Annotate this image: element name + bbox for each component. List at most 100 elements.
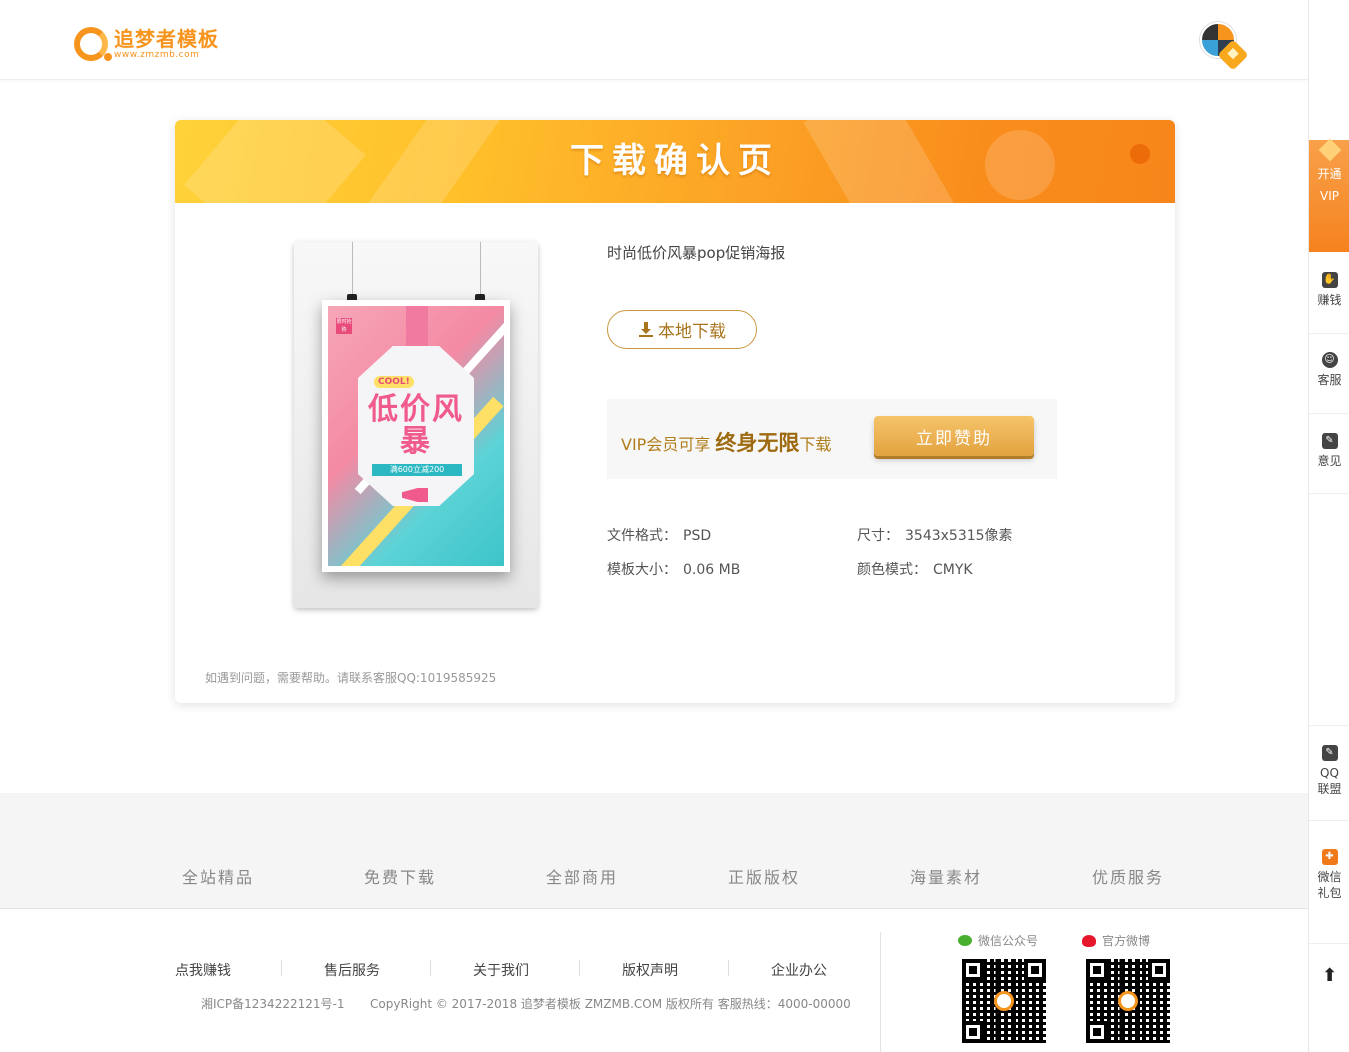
footer-divider [728,960,729,976]
template-preview: 限时抢购 COOL! 低价风暴 满600立减200 [294,242,538,608]
sidebar-divider [1309,943,1349,944]
headset-icon: ☺ [1321,352,1338,368]
file-size-value: 0.06 MB [683,562,741,578]
sidebar-item-earn[interactable]: ✋ 赚钱 [1309,272,1349,308]
sidebar-gift-label-2: 礼包 [1317,886,1342,900]
site-logo[interactable]: 追梦者模板 www.zmzmb.com [74,24,234,64]
file-format-label: 文件格式： [607,528,677,544]
feature-item: 免费下载 [364,868,437,887]
sidebar-vip-label-2: VIP [1320,189,1339,203]
edit-icon: ✎ [1321,745,1338,761]
help-text: 如遇到问题，需要帮助。请联系客服QQ:1019585925 [205,671,497,685]
sidebar-feedback-label: 意见 [1317,454,1342,468]
qr-finder [1148,959,1170,981]
card-banner: 下载确认页 [175,120,1175,203]
sidebar-item-wechat-gift[interactable]: ✚ 微信 礼包 [1309,849,1349,901]
right-sidebar: 开通 VIP ✋ 赚钱 ☺ 客服 ✎ 意见 ✎ QQ 联盟 ✚ 微信 礼包 ⬆ [1308,0,1349,1052]
logo-icon [74,27,112,61]
footer-link-enterprise[interactable]: 企业办公 [771,960,827,980]
sidebar-item-service[interactable]: ☺ 客服 [1309,352,1349,388]
qr-finder [1024,959,1046,981]
qr-pattern [962,959,1046,1043]
sidebar-divider [1309,333,1349,334]
wechat-label: 微信公众号 [958,932,1038,949]
footer-link-after-sales[interactable]: 售后服务 [324,960,380,980]
qr-finder [1086,1021,1108,1043]
vip-text-highlight: 终身无限 [715,431,800,455]
sponsor-button[interactable]: 立即赞助 [874,416,1034,456]
feature-item: 正版版权 [728,868,801,887]
footer-divider [281,960,282,976]
poster-artwork: 限时抢购 COOL! 低价风暴 满600立减200 [328,306,504,566]
color-mode-value: CMYK [933,562,973,578]
footer-divider [579,960,580,976]
gift-icon: ✚ [1321,849,1338,865]
weibo-qr-code [1083,956,1173,1046]
qr-logo [1118,991,1138,1011]
icp-number: 湘ICP备1234222121号-1 [201,997,345,1011]
vip-promo-text: VIP会员可享 终身无限下载 [621,427,831,457]
weibo-icon [1082,934,1096,947]
dimensions-label: 尺寸： [857,528,899,544]
feature-item: 优质服务 [1092,868,1165,887]
qr-finder [962,1021,984,1043]
sidebar-item-qq[interactable]: ✎ QQ 联盟 [1309,745,1349,797]
sidebar-item-feedback[interactable]: ✎ 意见 [1309,433,1349,469]
download-icon [638,321,654,338]
sidebar-divider [1309,413,1349,414]
qr-pattern [1086,959,1170,1043]
local-download-button[interactable]: 本地下载 [607,310,757,349]
diamond-icon [1318,138,1342,162]
footer-link-earn[interactable]: 点我赚钱 [175,960,231,980]
poster-subline: 满600立减200 [372,464,462,476]
color-mode: 颜色模式： CMYK [857,559,973,579]
logo-name: 追梦者模板 [114,27,219,51]
qr-finder [1086,959,1108,981]
file-format-value: PSD [683,528,712,544]
weibo-label: 官方微博 [1082,932,1150,949]
poster-headline: 低价风暴 [368,392,464,459]
back-to-top-icon: ⬆ [1321,965,1338,986]
file-format: 文件格式： PSD [607,525,711,545]
feature-item: 全站精品 [182,868,255,887]
back-to-top-button[interactable]: ⬆ [1309,965,1349,986]
file-size-label: 模板大小： [607,562,677,578]
hanging-string [352,242,353,297]
footer-vertical-divider [880,932,881,1052]
dimensions: 尺寸： 3543x5315像素 [857,525,1013,545]
footer-features: 全站精品 免费下载 全部商用 正版版权 海量素材 优质服务 [0,793,1308,909]
sidebar-qq-label-2: 联盟 [1317,782,1342,796]
local-download-label: 本地下载 [658,322,726,342]
sidebar-divider [1309,493,1349,494]
logo-url: www.zmzmb.com [114,50,200,60]
poster-cool: COOL! [374,376,414,388]
sidebar-item-vip[interactable]: 开通 VIP [1309,138,1349,252]
file-size: 模板大小： 0.06 MB [607,559,740,579]
logo-text: 追梦者模板 www.zmzmb.com [114,28,219,60]
color-mode-label: 颜色模式： [857,562,927,578]
template-title: 时尚低价风暴pop促销海报 [607,244,786,262]
wechat-label-text: 微信公众号 [978,934,1039,948]
download-confirm-card: 下载确认页 限时抢购 COOL! 低价风暴 满600立减200 时尚低价风暴po… [175,120,1175,703]
footer-link-about[interactable]: 关于我们 [473,960,529,980]
vip-text-prefix: VIP会员可享 [621,435,711,454]
sidebar-qq-label-1: QQ [1320,766,1339,780]
wechat-icon [958,935,972,946]
sidebar-service-label: 客服 [1317,373,1342,387]
sidebar-earn-label: 赚钱 [1317,293,1342,307]
sidebar-gift-label-1: 微信 [1317,870,1342,884]
top-header: 追梦者模板 www.zmzmb.com [0,0,1308,80]
footer-link-copyright[interactable]: 版权声明 [622,960,678,980]
qr-finder [962,959,984,981]
vip-promo-box: VIP会员可享 终身无限下载 立即赞助 [607,399,1057,479]
hanging-string [480,242,481,297]
sidebar-vip-label-1: 开通 [1317,167,1342,181]
vip-text-suffix: 下载 [799,435,832,454]
dimensions-value: 3543x5315像素 [905,528,1013,544]
wechat-qr-code [959,956,1049,1046]
feature-item: 全部商用 [546,868,619,887]
footer-divider [430,960,431,976]
weibo-label-text: 官方微博 [1102,934,1151,948]
sidebar-divider [1309,820,1349,821]
copyright-text: CopyRight © 2017-2018 追梦者模板 ZMZMB.COM 版权… [370,997,851,1011]
